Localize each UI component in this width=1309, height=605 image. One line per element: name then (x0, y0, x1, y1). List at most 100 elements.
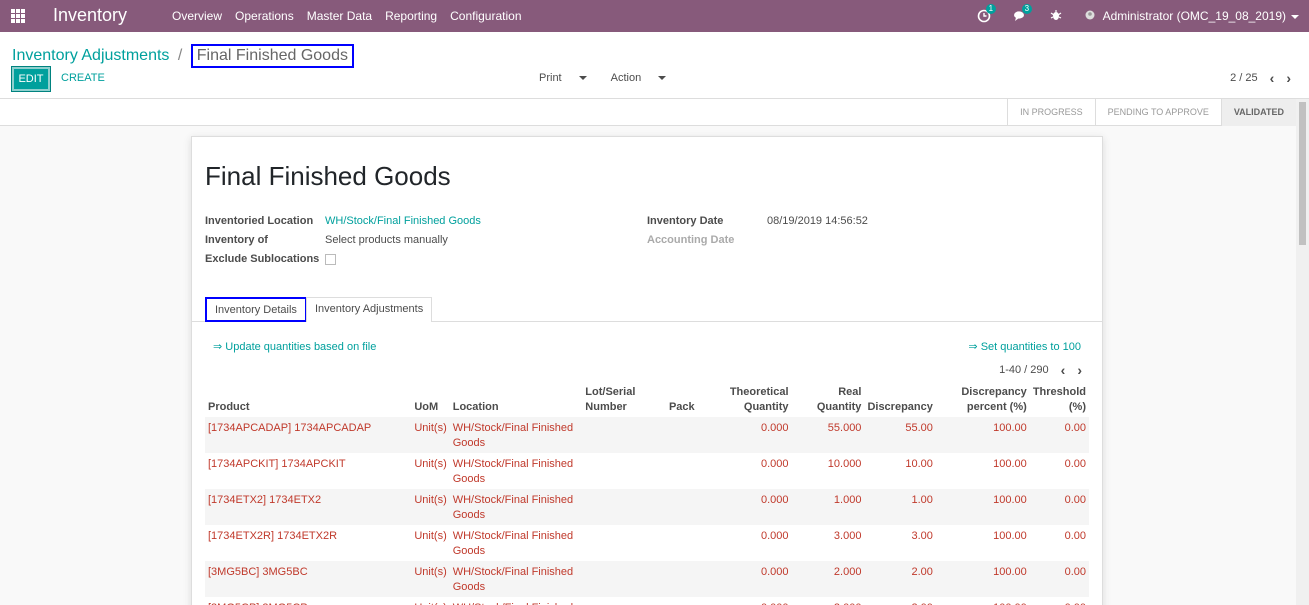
cell-location: WH/Stock/Final Finished Goods (449, 417, 583, 453)
column-header-discrepancy[interactable]: Discrepancy (864, 383, 935, 417)
exclude-sublocations-label: Exclude Sublocations (205, 253, 320, 265)
messages-icon[interactable]: 3 (1013, 4, 1033, 23)
cell-product: [1734ETX2R] 1734ETX2R (208, 530, 338, 542)
accounting-date-label: Accounting Date (647, 234, 735, 246)
cell-location: WH/Stock/Final Finished Goods (452, 530, 574, 557)
exclude-sublocations-checkbox[interactable] (325, 254, 336, 265)
cell-theoretical-quantity: 0.000 (760, 530, 789, 542)
cell-product: [1734ETX2] 1734ETX2 (205, 489, 412, 525)
breadcrumb-parent-link[interactable]: Inventory Adjustments (12, 47, 169, 64)
cell-threshold: 0.00 (1030, 597, 1089, 605)
create-button[interactable]: CREATE (61, 72, 105, 84)
column-header-product[interactable]: Product (205, 383, 411, 417)
cell-lot (582, 489, 666, 525)
menu-item-operations[interactable]: Operations (235, 9, 294, 23)
user-menu[interactable]: Administrator (OMC_19_08_2019) (1103, 9, 1299, 23)
page-scrollbar[interactable] (1296, 99, 1309, 605)
pager-previous-icon[interactable]: ‹ (1270, 70, 1275, 86)
chevron-down-icon (578, 76, 587, 81)
cell-pack (666, 525, 720, 561)
stage-pending-to-approve[interactable]: PENDING TO APPROVE (1094, 99, 1221, 126)
tab-inventory-adjustments[interactable]: Inventory Adjustments (306, 297, 433, 322)
inventory-of-label: Inventory of (205, 234, 268, 246)
edit-button[interactable]: EDIT (11, 66, 51, 92)
main-menu: Overview Operations Master Data Reportin… (172, 9, 535, 23)
cell-theoretical-quantity: 0.000 (760, 458, 789, 470)
form-statusbar: IN PROGRESS PENDING TO APPROVE VALIDATED (0, 99, 1296, 126)
cell-uom: Unit(s) (414, 458, 447, 470)
app-brand[interactable]: Inventory (53, 5, 127, 26)
pager-next-icon[interactable]: › (1286, 70, 1291, 86)
cell-theoretical-quantity: 0.000 (719, 489, 792, 525)
scrollbar-thumb[interactable] (1299, 102, 1306, 245)
cell-uom: Unit(s) (411, 417, 450, 453)
cell-pack (665, 417, 720, 453)
inventory-date-label: Inventory Date (647, 215, 724, 227)
stage-validated[interactable]: VALIDATED (1220, 99, 1296, 126)
cell-threshold: 0.00 (1029, 489, 1089, 525)
list-pager-next-icon[interactable]: › (1077, 362, 1082, 378)
activity-count-badge: 1 (985, 4, 997, 14)
cell-product: [3MG5BC] 3MG5BC (205, 561, 412, 597)
column-header-discrepancy-percent[interactable]: Discrepancy percent (%) (936, 383, 1030, 417)
tab-inventory-details[interactable]: Inventory Details (205, 297, 307, 322)
table-row[interactable]: [3MG5CP] 3MG5CP Unit(s) WH/Stock/Final F… (205, 597, 1089, 605)
table-row[interactable]: [3MG5BC] 3MG5BC Unit(s) WH/Stock/Final F… (205, 561, 1089, 597)
cell-lot (582, 597, 666, 605)
cell-lot (582, 417, 666, 453)
action-dropdown[interactable]: Action (611, 72, 679, 84)
print-dropdown[interactable]: Print (539, 72, 599, 84)
column-header-pack[interactable]: Pack (666, 383, 720, 417)
cell-theoretical-quantity: 0.000 (720, 597, 792, 605)
table-row[interactable]: [1734APCADAP] 1734APCADAP Unit(s) WH/Sto… (205, 417, 1089, 453)
column-header-lot-serial[interactable]: Lot/Serial Number (582, 383, 666, 417)
cell-product: [1734APCKIT] 1734APCKIT (208, 458, 346, 470)
cell-pack (665, 561, 720, 597)
column-header-real-quantity[interactable]: Real Quantity (792, 383, 865, 417)
systray: 1 3 Administrator (OMC_19_08_2019) (977, 0, 1309, 32)
activity-clock-icon[interactable]: 1 (977, 4, 997, 23)
table-row[interactable]: [1734ETX2] 1734ETX2 Unit(s) WH/Stock/Fin… (205, 489, 1089, 525)
update-quantities-from-file-button[interactable]: ⇒ Update quantities based on file (213, 340, 376, 353)
column-header-uom[interactable]: UoM (411, 383, 449, 417)
menu-item-reporting[interactable]: Reporting (385, 9, 437, 23)
column-header-location[interactable]: Location (450, 383, 583, 417)
inventoried-location-label: Inventoried Location (205, 215, 314, 227)
pager-value[interactable]: 2 / 25 (1230, 72, 1258, 84)
cell-discrepancy-percent: 100.00 (935, 417, 1030, 453)
cell-discrepancy-percent: 100.00 (993, 458, 1027, 470)
debug-bug-icon[interactable] (1049, 9, 1063, 23)
menu-item-overview[interactable]: Overview (172, 9, 222, 23)
cell-lot (582, 453, 666, 489)
cell-location: WH/Stock/Final Finished Goods (452, 458, 574, 485)
cell-theoretical-quantity: 0.000 (719, 561, 792, 597)
action-label: Action (610, 72, 642, 84)
table-row[interactable]: [1734APCKIT] 1734APCKIT Unit(s) WH/Stock… (205, 453, 1089, 489)
stage-in-progress[interactable]: IN PROGRESS (1007, 99, 1095, 126)
menu-item-configuration[interactable]: Configuration (450, 9, 521, 23)
cell-uom: Unit(s) (411, 489, 450, 525)
list-pager-previous-icon[interactable]: ‹ (1061, 362, 1066, 378)
set-quantities-button[interactable]: ⇒ Set quantities to 100 (968, 340, 1081, 353)
cell-location: WH/Stock/Final Finished Goods (449, 561, 583, 597)
cell-uom: Unit(s) (411, 597, 449, 605)
cell-pack (666, 453, 720, 489)
notebook-tabs: Inventory Details Inventory Adjustments (192, 297, 1102, 322)
chevron-down-icon (658, 76, 667, 81)
cell-discrepancy-percent: 100.00 (935, 561, 1030, 597)
apps-menu-icon[interactable] (11, 9, 25, 23)
cell-uom: Unit(s) (411, 561, 450, 597)
inventory-lines-table: Product UoM Location Lot/Serial Number P… (205, 383, 1089, 605)
table-row[interactable]: [1734ETX2R] 1734ETX2R Unit(s) WH/Stock/F… (205, 525, 1089, 561)
menu-item-master-data[interactable]: Master Data (307, 9, 372, 23)
cell-product: [3MG5CP] 3MG5CP (205, 597, 411, 605)
inventoried-location-link[interactable]: WH/Stock/Final Finished Goods (325, 215, 481, 227)
status-stages: IN PROGRESS PENDING TO APPROVE VALIDATED (1007, 99, 1296, 126)
user-avatar-icon[interactable] (1083, 9, 1097, 23)
breadcrumb-separator: / (177, 47, 183, 64)
column-header-theoretical-quantity[interactable]: Theoretical Quantity (720, 383, 792, 417)
cell-discrepancy: 55.00 (864, 417, 936, 453)
cell-threshold: 0.00 (1029, 561, 1089, 597)
list-pager-value[interactable]: 1-40 / 290 (999, 364, 1049, 376)
column-header-threshold[interactable]: Threshold (%) (1030, 383, 1089, 417)
